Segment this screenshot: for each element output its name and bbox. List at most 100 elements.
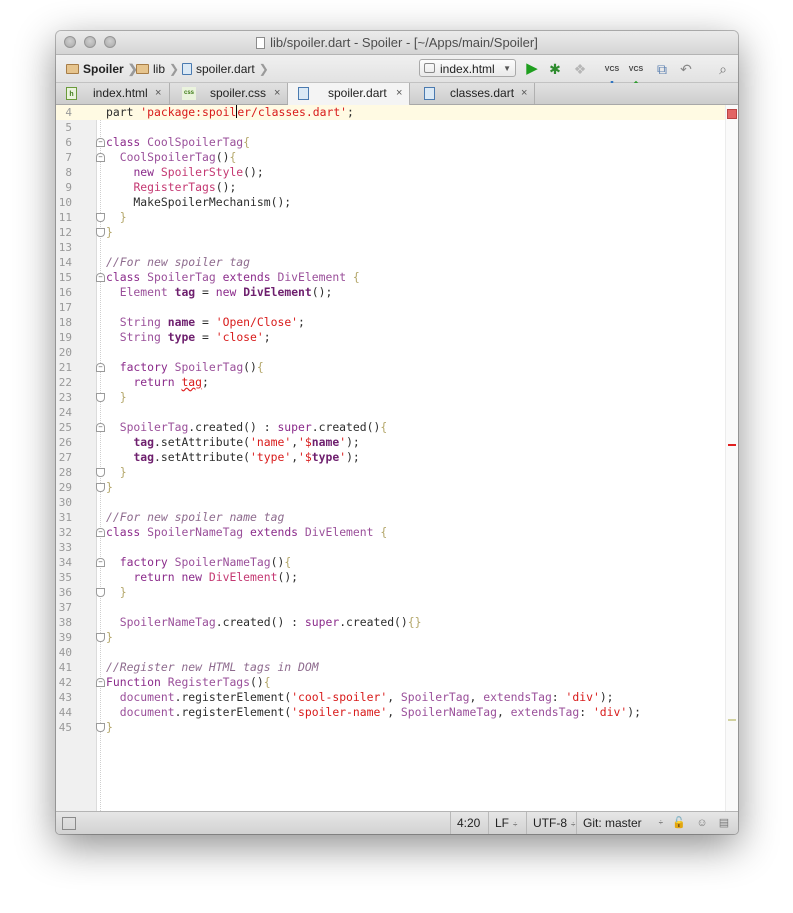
caret-position[interactable]: 4:20 — [450, 812, 488, 834]
code-line[interactable]: 27 tag.setAttribute('type','$type'); — [56, 450, 726, 465]
code-line[interactable]: 25 − SpoilerTag.created() : super.created… — [56, 420, 726, 435]
tool-windows-toggle-icon[interactable] — [62, 817, 76, 830]
fold-end-icon[interactable] — [96, 393, 105, 402]
code-token: .created() : — [188, 420, 278, 434]
fold-collapse-icon[interactable]: − — [96, 138, 105, 147]
close-tab-icon[interactable]: × — [521, 83, 527, 104]
line-number: 13 — [58, 241, 72, 254]
tab-index-html[interactable]: h index.html × — [56, 83, 170, 104]
code-line[interactable]: 19 String type = 'close'; — [56, 330, 726, 345]
search-icon[interactable]: ⌕ — [714, 60, 732, 78]
code-line[interactable]: 17 — [56, 300, 726, 315]
code-line[interactable]: 20 — [56, 345, 726, 360]
code-line[interactable]: 30 — [56, 495, 726, 510]
code-line[interactable]: 7 − CoolSpoilerTag(){ — [56, 150, 726, 165]
code-line[interactable]: 11 } — [56, 210, 726, 225]
fold-collapse-icon[interactable]: − — [96, 423, 105, 432]
fold-collapse-icon[interactable]: − — [96, 558, 105, 567]
lock-icon[interactable]: 🔓 — [672, 816, 686, 830]
run-configuration-select[interactable]: index.html ▼ — [419, 59, 516, 77]
code-line[interactable]: 21 − factory SpoilerTag(){ — [56, 360, 726, 375]
code-line[interactable]: 6 − class CoolSpoilerTag{ — [56, 135, 726, 150]
inspector-icon[interactable]: ☺ — [695, 816, 709, 830]
encoding-select[interactable]: UTF-8 ÷ — [526, 812, 576, 834]
code-line[interactable]: 5 — [56, 120, 726, 135]
line-number: 6 — [65, 136, 72, 149]
fold-end-icon[interactable] — [96, 213, 105, 222]
code-line[interactable]: 34 − factory SpoilerNameTag(){ — [56, 555, 726, 570]
event-log-icon[interactable]: ▤ — [717, 816, 731, 830]
code-line[interactable]: 13 — [56, 240, 726, 255]
code-line[interactable]: 24 — [56, 405, 726, 420]
code-line[interactable]: 26 tag.setAttribute('name','$name'); — [56, 435, 726, 450]
code-line[interactable]: 15 − class SpoilerTag extends DivElement { — [56, 270, 726, 285]
code-line[interactable]: 10 MakeSpoilerMechanism(); — [56, 195, 726, 210]
code-line[interactable]: 42 − Function RegisterTags(){ — [56, 675, 726, 690]
close-tab-icon[interactable]: × — [396, 83, 402, 104]
code-line[interactable]: 38 SpoilerNameTag.created() : super.crea… — [56, 615, 726, 630]
code-line[interactable]: 8 new SpoilerStyle(); — [56, 165, 726, 180]
breadcrumb-lib[interactable]: lib ❯ — [136, 61, 179, 77]
error-stripe-scrollbar[interactable] — [725, 105, 738, 811]
code-line[interactable]: 39} — [56, 630, 726, 645]
code-line[interactable]: 23 } — [56, 390, 726, 405]
error-marker[interactable] — [728, 444, 736, 446]
breadcrumb-spoiler-dart[interactable]: spoiler.dart ❯ — [182, 61, 269, 77]
fold-end-icon[interactable] — [96, 228, 105, 237]
code-line[interactable]: 33 — [56, 540, 726, 555]
code-text: String name = 'Open/Close'; — [106, 315, 305, 330]
close-tab-icon[interactable]: × — [274, 83, 280, 104]
vcs-branch-select[interactable]: Git: master ÷ — [576, 812, 667, 834]
code-line[interactable]: 28 } — [56, 465, 726, 480]
code-line[interactable]: 4 part 'package:spoiler/classes.dart'; — [56, 105, 726, 120]
tab-classes-dart[interactable]: classes.dart × — [410, 83, 535, 104]
fold-collapse-icon[interactable]: − — [96, 363, 105, 372]
fold-collapse-icon[interactable]: − — [96, 678, 105, 687]
code-line[interactable]: 43 document.registerElement('cool-spoile… — [56, 690, 726, 705]
fold-end-icon[interactable] — [96, 588, 105, 597]
revert-icon[interactable]: ↶ — [677, 60, 695, 78]
code-line[interactable]: 31 //For new spoiler name tag — [56, 510, 726, 525]
code-line[interactable]: 36 } — [56, 585, 726, 600]
code-line[interactable]: 37 — [56, 600, 726, 615]
line-number: 38 — [58, 616, 72, 629]
close-tab-icon[interactable]: × — [155, 83, 161, 104]
fold-end-icon[interactable] — [96, 723, 105, 732]
compare-icon[interactable]: ⧉ — [653, 60, 671, 78]
code-line[interactable]: 40 — [56, 645, 726, 660]
code-line[interactable]: 14 //For new spoiler tag — [56, 255, 726, 270]
code-editor[interactable]: 4 part 'package:spoiler/classes.dart'; 5 6 −… — [56, 105, 738, 811]
tab-spoiler-dart[interactable]: spoiler.dart × — [288, 83, 410, 105]
error-indicator-icon[interactable] — [727, 109, 737, 119]
fold-end-icon[interactable] — [96, 483, 105, 492]
code-line[interactable]: 32 − class SpoilerNameTag extends DivEleme… — [56, 525, 726, 540]
run-icon[interactable]: ▶ — [523, 60, 541, 78]
fold-end-icon[interactable] — [96, 468, 105, 477]
vcs-update-icon[interactable]: VCS⬇ — [603, 57, 621, 92]
code-line[interactable]: 35 return new DivElement(); — [56, 570, 726, 585]
code-line[interactable]: 44 document.registerElement('spoiler-nam… — [56, 705, 726, 720]
code-line[interactable]: 45} — [56, 720, 726, 735]
code-area[interactable]: 4 part 'package:spoiler/classes.dart'; 5 6 −… — [56, 105, 726, 811]
breadcrumb-spoiler[interactable]: Spoiler ❯ — [66, 61, 138, 77]
line-separator-select[interactable]: LF ÷ — [488, 812, 526, 834]
warning-marker[interactable] — [728, 719, 736, 721]
code-line[interactable]: 29} — [56, 480, 726, 495]
code-line[interactable]: 16 Element tag = new DivElement(); — [56, 285, 726, 300]
code-line[interactable]: 9 RegisterTags(); — [56, 180, 726, 195]
code-line[interactable]: 22 return tag; — [56, 375, 726, 390]
tab-spoiler-css[interactable]: css spoiler.css × — [170, 83, 288, 104]
code-line[interactable]: 41 //Register new HTML tags in DOM — [56, 660, 726, 675]
fold-collapse-icon[interactable]: − — [96, 273, 105, 282]
code-line[interactable]: 12} — [56, 225, 726, 240]
code-line[interactable]: 18 String name = 'Open/Close'; — [56, 315, 726, 330]
debug-icon[interactable]: ✱ — [546, 60, 564, 78]
coverage-icon[interactable]: ❖ — [571, 60, 589, 78]
code-token: Function — [106, 675, 168, 689]
fold-collapse-icon[interactable]: − — [96, 153, 105, 162]
fold-end-icon[interactable] — [96, 633, 105, 642]
fold-collapse-icon[interactable]: − — [96, 528, 105, 537]
vcs-commit-icon[interactable]: VCS⬆ — [627, 57, 645, 92]
